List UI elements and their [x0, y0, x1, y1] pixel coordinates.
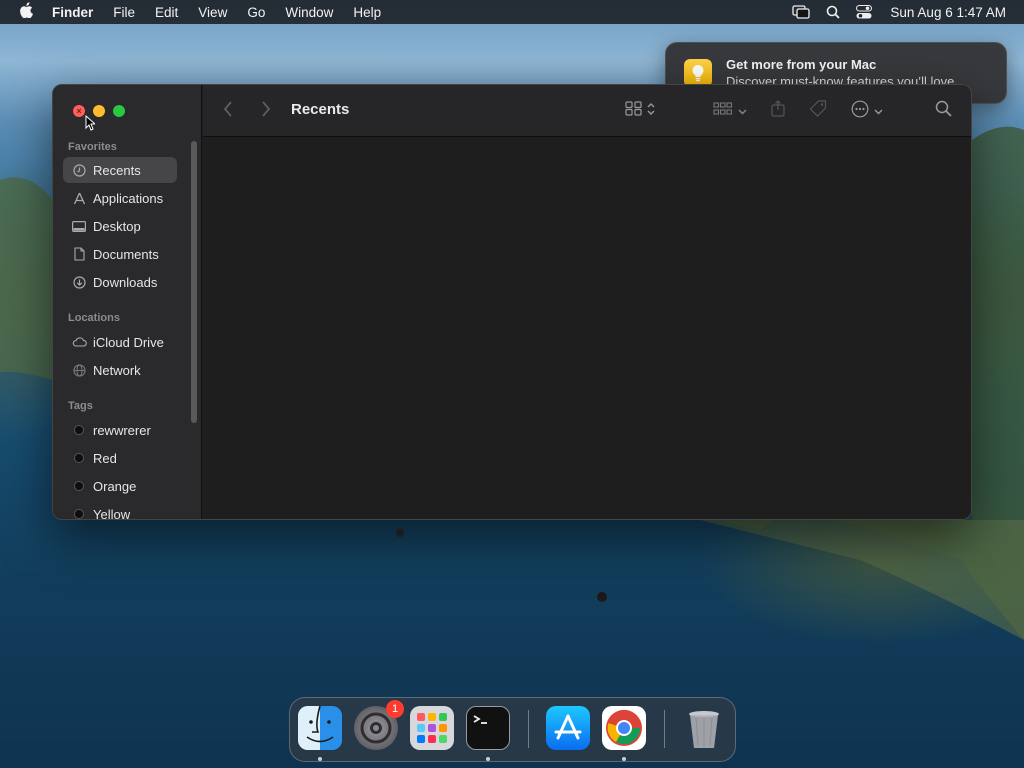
menu-window[interactable]: Window — [275, 5, 343, 20]
sidebar-section-favorites: Favorites — [68, 141, 117, 153]
share-icon — [771, 100, 785, 122]
tag-dot-icon — [74, 509, 84, 519]
dock: 1 — [289, 697, 736, 762]
view-mode-button[interactable] — [625, 101, 655, 121]
apple-menu-icon[interactable] — [0, 2, 52, 22]
sidebar-item-label: rewwrerer — [93, 422, 151, 438]
menu-clock[interactable]: Sun Aug 6 1:47 AM — [880, 5, 1024, 20]
dock-trash-icon[interactable] — [682, 706, 726, 750]
tag-dot-icon — [74, 425, 84, 435]
menu-view[interactable]: View — [188, 5, 237, 20]
download-icon — [71, 274, 87, 290]
sidebar-item-downloads[interactable]: Downloads — [63, 269, 177, 295]
zoom-button[interactable] — [113, 105, 125, 117]
sidebar-item-label: Network — [93, 362, 141, 378]
sidebar-item-label: Orange — [93, 478, 137, 494]
menu-edit[interactable]: Edit — [145, 5, 188, 20]
dock-separator — [528, 710, 529, 748]
notification-title: Get more from your Mac — [726, 57, 877, 72]
group-by-button[interactable] — [713, 101, 747, 121]
sidebar-item-label: Applications — [93, 190, 164, 206]
clock-icon — [71, 162, 87, 178]
sidebar-item-documents[interactable]: Documents — [63, 241, 177, 267]
tag-dot-icon — [74, 481, 84, 491]
sidebar-item-label: Documents — [93, 246, 159, 262]
dock-separator — [664, 710, 665, 748]
chevron-right-icon[interactable] — [261, 101, 271, 122]
menu-go[interactable]: Go — [237, 5, 275, 20]
sidebar-item-network[interactable]: Network — [63, 357, 177, 383]
sidebar-item-label: iCloud Drive — [93, 334, 164, 350]
dock-system-settings-icon[interactable]: 1 — [354, 700, 404, 750]
menu-file[interactable]: File — [103, 5, 145, 20]
sidebar-item-label: Red — [93, 450, 117, 466]
finder-content-area[interactable] — [203, 138, 971, 519]
dock-finder-icon[interactable] — [298, 706, 342, 750]
chevron-down-icon — [874, 102, 883, 120]
screen-mirroring-icon[interactable] — [784, 5, 818, 19]
sidebar-item-tag-rewwrerer[interactable]: rewwrerer — [63, 417, 177, 443]
search-icon — [935, 100, 952, 122]
more-actions-icon — [851, 100, 869, 123]
sidebar-section-tags: Tags — [68, 400, 93, 412]
dock-app-store-icon[interactable] — [546, 706, 590, 750]
tag-icon — [809, 100, 827, 122]
dock-chrome-icon[interactable] — [602, 706, 646, 750]
cloud-icon — [71, 334, 87, 350]
running-indicator — [486, 757, 490, 761]
applications-icon — [71, 190, 87, 206]
sidebar-item-label: Recents — [93, 162, 141, 178]
chevron-left-icon[interactable] — [223, 101, 233, 122]
share-button[interactable] — [771, 100, 785, 122]
close-button[interactable]: × — [73, 105, 85, 117]
chevron-down-icon — [738, 102, 747, 120]
mouse-cursor-icon — [85, 115, 95, 131]
spotlight-search-icon[interactable] — [818, 5, 848, 19]
sidebar-item-tag-orange[interactable]: Orange — [63, 473, 177, 499]
sidebar-scrollbar[interactable] — [191, 141, 197, 423]
network-icon — [71, 362, 87, 378]
sidebar-item-applications[interactable]: Applications — [63, 185, 177, 211]
sidebar-section-locations: Locations — [68, 312, 120, 324]
menu-help[interactable]: Help — [343, 5, 391, 20]
menu-bar: Finder File Edit View Go Window Help Sun… — [0, 0, 1024, 24]
tag-dot-icon — [74, 453, 84, 463]
finder-window: × Favorites Recents Applications Desktop… — [52, 84, 972, 520]
sidebar-item-recents[interactable]: Recents — [63, 157, 177, 183]
chevron-up-down-icon — [647, 102, 655, 121]
running-indicator — [622, 757, 626, 761]
control-center-icon[interactable] — [848, 5, 880, 19]
document-icon — [71, 246, 87, 262]
window-title: Recents — [291, 101, 350, 118]
dock-launchpad-icon[interactable] — [410, 706, 454, 750]
notification-badge: 1 — [386, 700, 404, 718]
finder-sidebar: × Favorites Recents Applications Desktop… — [53, 85, 202, 519]
running-indicator — [318, 757, 322, 761]
more-actions-button[interactable] — [851, 100, 883, 123]
sidebar-item-tag-red[interactable]: Red — [63, 445, 177, 471]
sidebar-item-label: Downloads — [93, 274, 158, 290]
search-button[interactable] — [935, 100, 952, 122]
window-controls: × — [73, 105, 125, 117]
group-by-icon — [713, 101, 733, 121]
sidebar-item-icloud-drive[interactable]: iCloud Drive — [63, 329, 177, 355]
finder-toolbar: Recents — [203, 85, 971, 137]
dock-terminal-icon[interactable] — [466, 706, 510, 750]
sidebar-item-desktop[interactable]: Desktop — [63, 213, 177, 239]
menu-finder[interactable]: Finder — [52, 5, 103, 20]
sidebar-item-tag-yellow[interactable]: Yellow — [63, 501, 177, 520]
desktop-icon — [71, 218, 87, 234]
lightbulb-icon — [684, 59, 712, 87]
sidebar-item-label: Desktop — [93, 218, 141, 234]
icon-grid-view-icon — [625, 101, 642, 121]
tag-button[interactable] — [809, 100, 827, 122]
sidebar-item-label: Yellow — [93, 506, 131, 520]
